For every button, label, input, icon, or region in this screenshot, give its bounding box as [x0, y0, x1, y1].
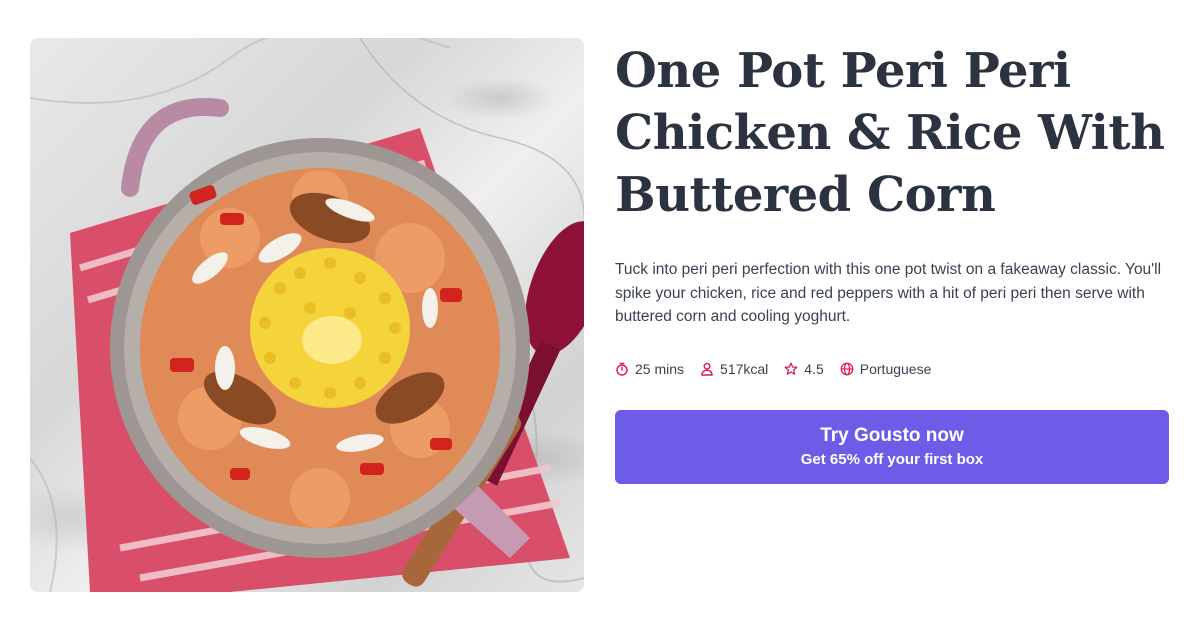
globe-icon: [840, 362, 854, 376]
person-icon: [701, 362, 713, 376]
meta-time-label: 25 mins: [635, 361, 685, 377]
recipe-photo: [30, 38, 584, 592]
meta-cuisine-label: Portuguese: [859, 361, 932, 377]
meta-rating-label: 4.5: [804, 361, 824, 377]
cta-label: Try Gousto now: [820, 425, 964, 446]
cta-sublabel: Get 65% off your first box: [800, 451, 984, 468]
star-icon: [784, 362, 798, 375]
recipe-meta: 25 mins 517kcal 4.5 Portuguese: [615, 359, 931, 379]
meta-calories-label: 517kcal: [720, 361, 769, 377]
meta-rating: 4.5: [784, 361, 824, 377]
try-gousto-button[interactable]: Try Gousto now Get 65% off your first bo…: [615, 410, 1169, 484]
meta-calories: 517kcal: [700, 361, 768, 377]
meta-time: 25 mins: [615, 361, 684, 377]
meta-cuisine: Portuguese: [840, 361, 932, 377]
stopwatch-icon: [616, 362, 628, 376]
recipe-title: One Pot Peri Peri Chicken & Rice With Bu…: [615, 43, 1165, 223]
recipe-description: Tuck into peri peri perfection with this…: [615, 261, 1162, 325]
